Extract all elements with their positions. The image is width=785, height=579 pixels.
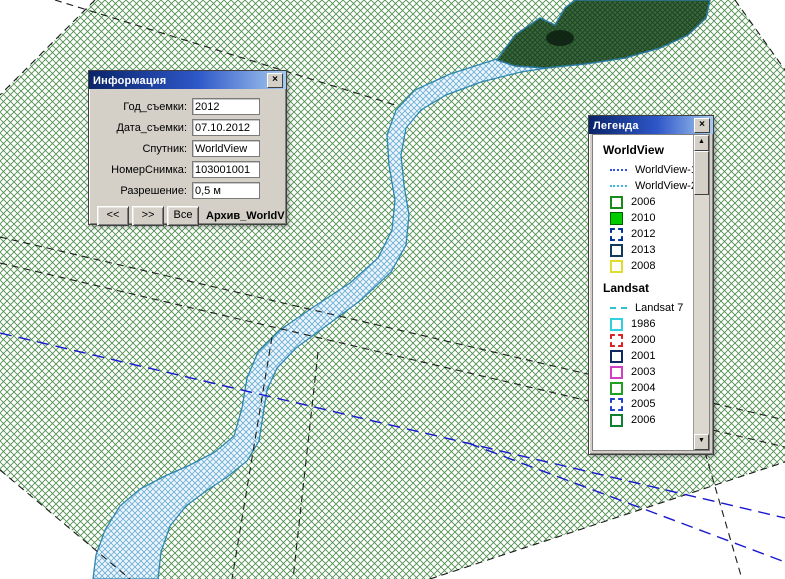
legend-item-label: 2008 [631, 260, 655, 272]
scrollbar-thumb[interactable] [694, 151, 709, 195]
info-field-row: Дата_съемки: [93, 117, 278, 138]
field-input-2[interactable] [192, 140, 260, 157]
info-window: Информация × Год_съемки: Дата_съемки: Спут… [88, 70, 287, 225]
prev-record-button[interactable]: << [97, 206, 129, 226]
legend-item[interactable]: 2008 [593, 258, 693, 274]
square-outline-icon [610, 350, 623, 363]
legend-item[interactable]: 2006 [593, 194, 693, 210]
info-toolbar: << >> Все Архив_WorldV [89, 201, 286, 226]
field-label: Дата_съемки: [93, 122, 192, 134]
square-outline-icon [610, 366, 623, 379]
legend-item-label: 2004 [631, 382, 655, 394]
scroll-up-icon[interactable]: ▲ [694, 135, 709, 151]
legend-item-label: 2003 [631, 366, 655, 378]
legend-item[interactable]: 2010 [593, 210, 693, 226]
square-outline-icon [610, 382, 623, 395]
legend-item[interactable]: 2004 [593, 380, 693, 396]
square-filled-icon [610, 212, 623, 225]
legend-section-header: Landsat [593, 274, 693, 300]
legend-item[interactable]: 2012 [593, 226, 693, 242]
legend-item-label: WorldView-2 [635, 180, 693, 192]
info-field-row: Спутник: [93, 138, 278, 159]
forest-dark-patch [546, 30, 574, 46]
legend-item[interactable]: 2001 [593, 348, 693, 364]
square-outline-icon [610, 244, 623, 257]
legend-item-label: 2010 [631, 212, 655, 224]
legend-item-label: 2001 [631, 350, 655, 362]
legend-item[interactable]: 2013 [593, 242, 693, 258]
legend-item[interactable]: 1986 [593, 316, 693, 332]
legend-item-label: 1986 [631, 318, 655, 330]
active-layer-label: Архив_WorldV [206, 210, 285, 222]
field-input-0[interactable] [192, 98, 260, 115]
legend-item-label: 2006 [631, 196, 655, 208]
legend-list: WorldView WorldView-1 WorldView-2 2006 2010 2… [593, 135, 693, 450]
legend-item[interactable]: 2005 [593, 396, 693, 412]
close-icon[interactable]: × [694, 118, 710, 133]
square-outline-icon [610, 260, 623, 273]
close-icon[interactable]: × [267, 73, 283, 88]
square-dashed-icon [610, 334, 623, 347]
field-label: Год_съемки: [93, 101, 192, 113]
legend-item-label: 2012 [631, 228, 655, 240]
info-fields: Год_съемки: Дата_съемки: Спутник: НомерСним… [89, 89, 286, 201]
legend-item[interactable]: 2000 [593, 332, 693, 348]
field-label: Спутник: [93, 143, 192, 155]
legend-item[interactable]: Landsat 7 [593, 300, 693, 316]
legend-item-label: WorldView-1 [635, 164, 693, 176]
next-record-button[interactable]: >> [132, 206, 164, 226]
field-input-3[interactable] [192, 161, 260, 178]
legend-body: WorldView WorldView-1 WorldView-2 2006 2010 2… [592, 134, 710, 451]
legend-scrollbar[interactable]: ▲ ▼ [693, 135, 709, 450]
info-field-row: НомерСнимка: [93, 159, 278, 180]
field-input-1[interactable] [192, 119, 260, 136]
legend-item-label: 2000 [631, 334, 655, 346]
info-window-title: Информация [93, 75, 166, 87]
all-records-button[interactable]: Все [167, 206, 199, 226]
legend-item-label: 2006 [631, 414, 655, 426]
legend-item[interactable]: WorldView-1 [593, 162, 693, 178]
legend-item[interactable]: 2006 [593, 412, 693, 428]
dashed-line-icon [610, 307, 627, 309]
legend-item-label: 2005 [631, 398, 655, 410]
square-dashed-icon [610, 228, 623, 241]
dotted-line-icon [610, 169, 627, 171]
square-outline-icon [610, 196, 623, 209]
square-outline-icon [610, 414, 623, 427]
legend-window-title: Легенда [593, 120, 639, 132]
field-label: НомерСнимка: [93, 164, 192, 176]
field-input-4[interactable] [192, 182, 260, 199]
scroll-down-icon[interactable]: ▼ [694, 434, 709, 450]
field-label: Разрешение: [93, 185, 192, 197]
info-field-row: Год_съемки: [93, 96, 278, 117]
dotted-line-icon [610, 185, 627, 187]
square-outline-icon [610, 318, 623, 331]
legend-section-header: WorldView [593, 136, 693, 162]
square-dashed-icon [610, 398, 623, 411]
info-window-titlebar[interactable]: Информация × [89, 71, 286, 89]
legend-window: Легенда × WorldView WorldView-1 WorldView-… [588, 115, 714, 455]
legend-window-titlebar[interactable]: Легенда × [589, 116, 713, 134]
legend-item-label: Landsat 7 [635, 302, 683, 314]
legend-item[interactable]: WorldView-2 [593, 178, 693, 194]
info-field-row: Разрешение: [93, 180, 278, 201]
legend-item[interactable]: 2003 [593, 364, 693, 380]
legend-item-label: 2013 [631, 244, 655, 256]
